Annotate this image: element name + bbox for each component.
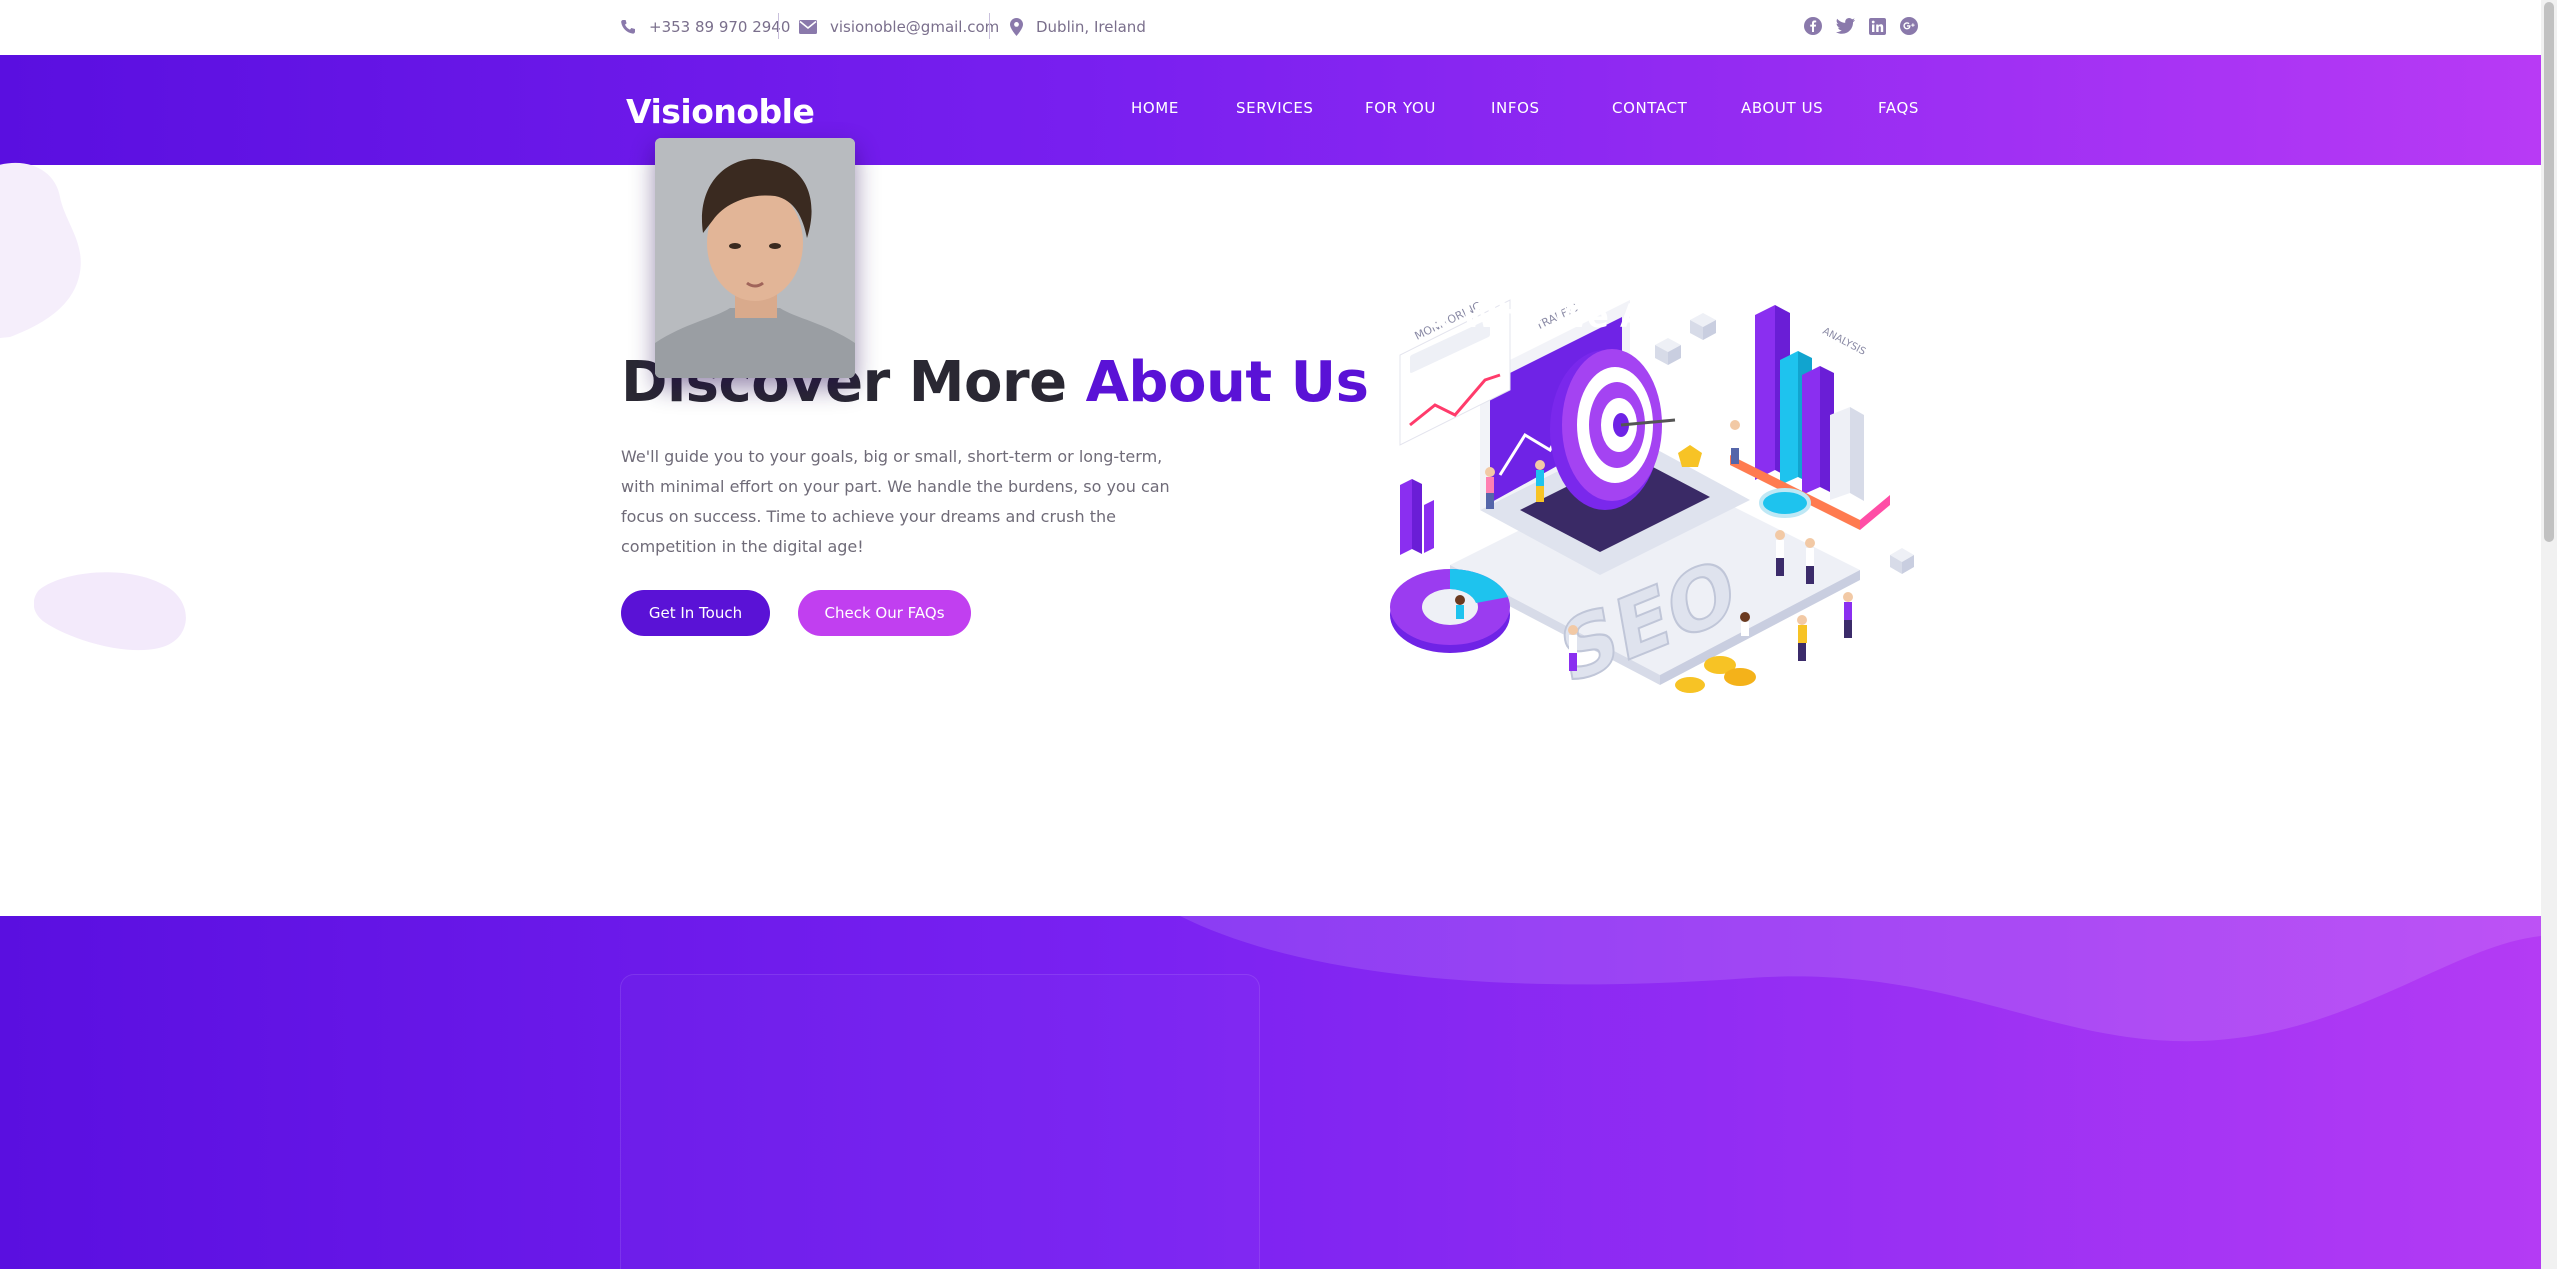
envelope-icon <box>799 20 817 34</box>
nav-link-about-us[interactable]: ABOUT US <box>1741 99 1823 117</box>
nav-link-contact[interactable]: CONTACT <box>1612 99 1687 117</box>
twitter-icon[interactable] <box>1835 16 1855 36</box>
about-section <box>0 916 2541 1269</box>
location-contact: Dublin, Ireland <box>1010 14 1146 40</box>
phone-contact[interactable]: +353 89 970 2940 <box>620 14 790 40</box>
profile-photo <box>655 138 855 378</box>
decorative-blob <box>34 572 186 651</box>
top-info-bar: +353 89 970 2940 visionoble@gmail.com Du… <box>0 0 2541 55</box>
person-portrait <box>655 138 855 378</box>
nav-link-for-you[interactable]: FOR YOU <box>1365 99 1436 117</box>
nav-link-faqs[interactable]: FAQS <box>1878 99 1919 117</box>
hero-title-accent: About Us <box>1085 350 1369 415</box>
nav-link-home[interactable]: HOME <box>1131 99 1179 117</box>
email-contact[interactable]: visionoble@gmail.com <box>799 14 999 40</box>
facebook-icon[interactable] <box>1803 16 1823 36</box>
scrollbar-thumb[interactable] <box>2544 2 2554 542</box>
logo-text: Visionoble <box>626 91 815 131</box>
divider <box>778 13 779 39</box>
divider <box>989 13 990 39</box>
location-text: Dublin, Ireland <box>1036 18 1146 36</box>
phone-number: +353 89 970 2940 <box>649 18 791 36</box>
site-logo[interactable]: Visionoble <box>626 91 815 131</box>
google-plus-icon[interactable] <box>1899 16 1919 36</box>
linkedin-icon[interactable] <box>1867 16 1887 36</box>
get-in-touch-button[interactable]: Get In Touch <box>621 590 770 636</box>
profile-card <box>620 974 1260 1269</box>
info-heading: Detailed Information On What We Do & Who… <box>1296 253 1839 335</box>
social-links <box>1803 16 1919 36</box>
nav-link-infos[interactable]: INFOS <box>1491 99 1540 117</box>
profile-role: Head Of Operations <box>966 268 1164 291</box>
seo-illustration: MONITORING TRAFFIC ANALYSIS SEO <box>1390 299 1914 705</box>
map-pin-icon <box>1010 18 1023 36</box>
profile-name: Dmitrij Kraliks <box>942 224 1188 265</box>
phone-icon <box>621 20 635 34</box>
check-faqs-button[interactable]: Check Our FAQs <box>798 590 971 636</box>
decorative-blob <box>0 163 81 338</box>
hero-description: We'll guide you to your goals, big or sm… <box>621 447 1170 556</box>
main-navbar: Visionoble HOME SERVICES FOR YOU INFOS C… <box>0 55 2541 165</box>
nav-link-services[interactable]: SERVICES <box>1236 99 1314 117</box>
email-address: visionoble@gmail.com <box>830 18 1000 36</box>
decorative-wave <box>1180 916 2541 1042</box>
